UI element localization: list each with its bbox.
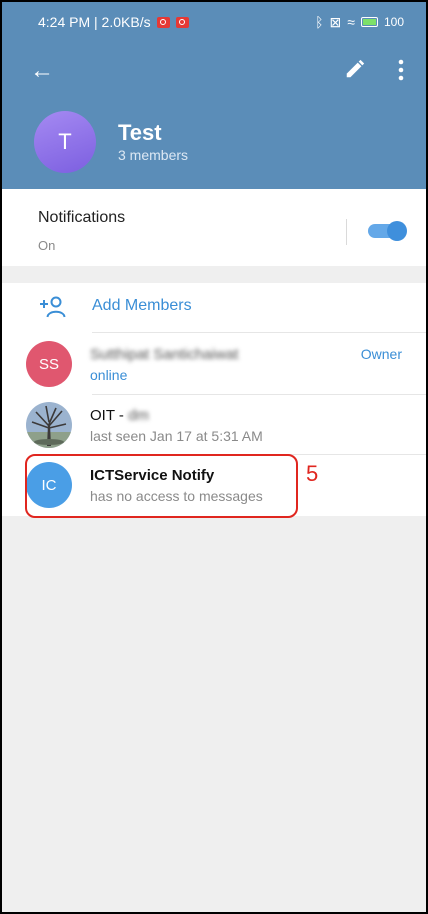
member-name-visible: OIT - [90,407,129,424]
back-arrow-icon[interactable]: ← [30,56,54,86]
add-members-button[interactable]: Add Members [2,283,426,332]
record-icon [175,16,189,28]
record-icon [156,16,170,28]
annotation-number: 5 [306,461,319,486]
member-name: Sutthipat Santichaiwat [90,346,239,363]
divider [92,332,426,333]
phone-screen: 4:24 PM | 2.0KB/s ᛒ ⊠ ≈ 100 ← T Test 3 m… [0,0,428,914]
member-status: online [90,367,128,383]
notifications-toggle[interactable] [368,221,407,241]
more-vert-icon[interactable] [394,58,408,82]
toggle-knob [387,221,407,241]
avatar-photo [26,402,72,448]
status-right: ᛒ ⊠ ≈ 100 [315,14,404,31]
member-row-oit[interactable]: OIT - dm last seen Jan 17 at 5:31 AM [2,395,426,455]
annotation-highlight-box [25,454,298,518]
avatar: SS [26,341,72,387]
notifications-title: Notifications [38,209,126,226]
add-members-label: Add Members [92,297,192,314]
status-time-speed: 4:24 PM | 2.0KB/s [38,14,151,30]
member-status: last seen Jan 17 at 5:31 AM [90,428,263,444]
member-name: OIT - dm [90,407,149,424]
add-person-icon [40,296,66,318]
tree-photo-icon [26,402,72,448]
member-role: Owner [360,346,402,362]
pencil-icon[interactable] [344,58,366,80]
status-left: 4:24 PM | 2.0KB/s [38,14,189,30]
member-name-blurred: dm [128,407,149,424]
group-avatar[interactable]: T [34,111,96,173]
battery-percent: 100 [383,15,404,29]
bluetooth-icon: ᛒ [315,14,324,30]
sim-icon: ⊠ [329,13,342,30]
member-row-owner[interactable]: SS Sutthipat Santichaiwat online Owner [2,334,426,394]
notifications-row[interactable]: Notifications On [2,189,426,266]
wifi-icon: ≈ [347,14,355,30]
toolbar: ← [2,50,426,94]
notifications-state: On [38,238,56,253]
battery-icon [360,17,378,27]
group-header: 4:24 PM | 2.0KB/s ᛒ ⊠ ≈ 100 ← T Test 3 m… [2,2,426,189]
group-name: Test [118,120,162,145]
status-bar: 4:24 PM | 2.0KB/s ᛒ ⊠ ≈ 100 [2,2,426,42]
divider [346,219,347,245]
member-count: 3 members [118,147,189,163]
